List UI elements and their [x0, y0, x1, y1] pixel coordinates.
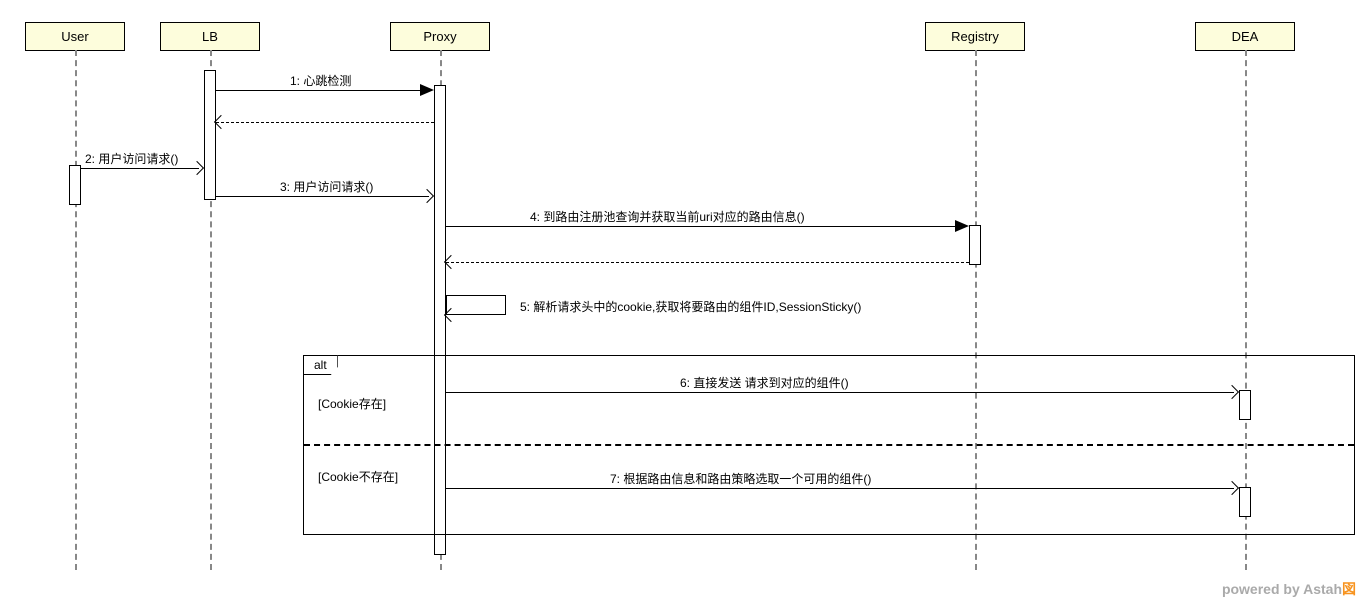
message-arrow-4 [446, 226, 956, 227]
participant-label: Proxy [423, 29, 456, 44]
participant-proxy: Proxy [390, 22, 490, 51]
arrowhead-return-1 [214, 115, 228, 129]
alt-tag: alt [303, 355, 338, 375]
arrowhead-return-4 [444, 255, 458, 269]
message-return-1 [216, 122, 434, 123]
alt-guard-2: [Cookie不存在] [318, 468, 398, 485]
alt-guard-1: [Cookie存在] [318, 395, 386, 412]
arrowhead-3 [420, 189, 434, 203]
message-arrow-3 [216, 196, 429, 197]
message-label-4: 4: 到路由注册池查询并获取当前uri对应的路由信息() [530, 208, 805, 225]
footer-text: powered by Astah [1222, 581, 1342, 597]
message-arrow-2 [81, 168, 199, 169]
message-label-3: 3: 用户访问请求() [280, 178, 373, 195]
message-return-4 [446, 262, 969, 263]
arrowhead-4 [955, 220, 969, 232]
alt-divider [304, 444, 1354, 446]
activation-user [69, 165, 81, 205]
message-label-5: 5: 解析请求头中的cookie,获取将要路由的组件ID,SessionStic… [520, 298, 861, 315]
activation-registry [969, 225, 981, 265]
activation-lb [204, 70, 216, 200]
message-arrow-7 [446, 488, 1234, 489]
footer-brand-icon: 図 [1342, 581, 1356, 597]
participant-registry: Registry [925, 22, 1025, 51]
message-label-6: 6: 直接发送 请求到对应的组件() [680, 374, 849, 391]
message-arrow-1 [216, 90, 421, 91]
participant-label: LB [202, 29, 218, 44]
message-arrow-6 [446, 392, 1234, 393]
message-label-2: 2: 用户访问请求() [85, 150, 178, 167]
arrowhead-2 [190, 161, 204, 175]
arrowhead-1 [420, 84, 434, 96]
sequence-diagram: User LB Proxy Registry DEA 1: 心跳检测 2: 用户… [0, 0, 1362, 603]
message-label-1: 1: 心跳检测 [290, 72, 351, 89]
participant-user: User [25, 22, 125, 51]
participant-label: Registry [951, 29, 999, 44]
lifeline-user [75, 50, 77, 570]
participant-label: User [61, 29, 88, 44]
participant-label: DEA [1232, 29, 1259, 44]
message-label-7: 7: 根据路由信息和路由策略选取一个可用的组件() [610, 470, 871, 487]
participant-dea: DEA [1195, 22, 1295, 51]
footer-watermark: powered by Astah図 [1222, 579, 1356, 599]
participant-lb: LB [160, 22, 260, 51]
